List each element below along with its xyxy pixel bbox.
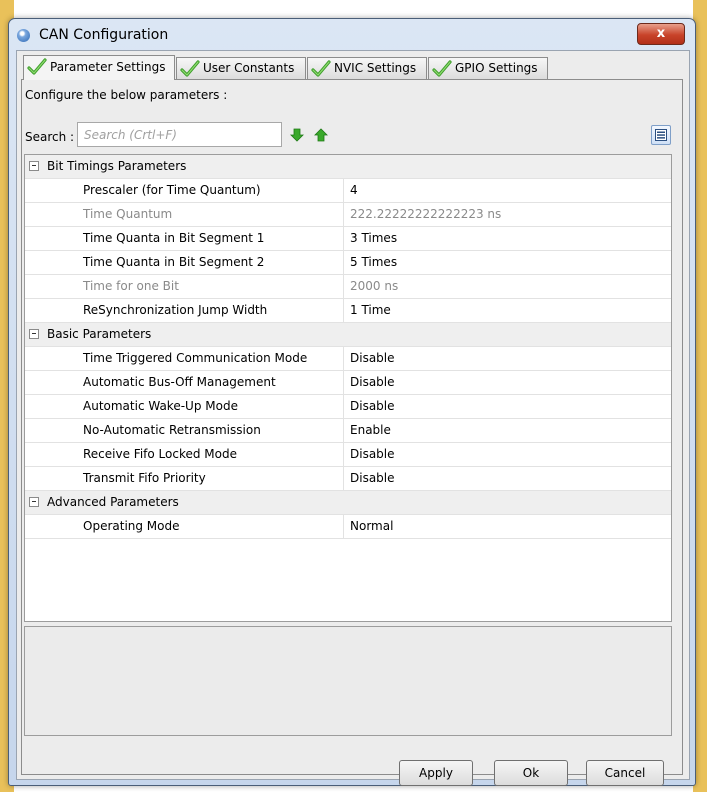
check-icon xyxy=(432,60,452,77)
parameter-name: Time Quanta in Bit Segment 2 xyxy=(83,255,265,269)
apply-button[interactable]: Apply xyxy=(399,760,473,786)
parameter-row[interactable]: Transmit Fifo Priority Disable xyxy=(25,467,671,491)
parameter-row[interactable]: Automatic Bus-Off Management Disable xyxy=(25,371,671,395)
parameter-value[interactable]: 1 Time xyxy=(343,299,671,322)
parameter-name: Transmit Fifo Priority xyxy=(83,471,206,485)
can-configuration-dialog: CAN Configuration x Parameter Settings U… xyxy=(8,18,696,786)
close-button[interactable]: x xyxy=(637,23,685,45)
cancel-button[interactable]: Cancel xyxy=(586,760,664,786)
collapse-icon[interactable] xyxy=(29,329,39,339)
parameter-name: Time for one Bit xyxy=(83,279,179,293)
parameter-name: Automatic Wake-Up Mode xyxy=(83,399,238,413)
parameter-name: ReSynchronization Jump Width xyxy=(83,303,268,317)
tab-nvic-settings[interactable]: NVIC Settings xyxy=(307,57,427,79)
ok-button[interactable]: Ok xyxy=(494,760,568,786)
parameter-row[interactable]: Time Quanta in Bit Segment 2 5 Times xyxy=(25,251,671,275)
parameter-name: Time Quanta in Bit Segment 1 xyxy=(83,231,265,245)
tab-gpio-settings[interactable]: GPIO Settings xyxy=(428,57,548,79)
group-label: Basic Parameters xyxy=(47,327,152,341)
parameter-name: Receive Fifo Locked Mode xyxy=(83,447,237,461)
tab-label: User Constants xyxy=(203,61,295,75)
parameter-name: Prescaler (for Time Quantum) xyxy=(83,183,261,197)
parameter-row[interactable]: Automatic Wake-Up Mode Disable xyxy=(25,395,671,419)
list-view-icon xyxy=(655,129,667,141)
parameter-row[interactable]: Receive Fifo Locked Mode Disable xyxy=(25,443,671,467)
title-bar[interactable]: CAN Configuration x xyxy=(9,19,695,51)
tab-label: GPIO Settings xyxy=(455,61,538,75)
parameter-table: Bit Timings Parameters Prescaler (for Ti… xyxy=(24,154,672,622)
parameter-row[interactable]: ReSynchronization Jump Width 1 Time xyxy=(25,299,671,323)
collapse-icon[interactable] xyxy=(29,497,39,507)
collapse-icon[interactable] xyxy=(29,161,39,171)
tab-label: Parameter Settings xyxy=(50,60,166,74)
group-label: Bit Timings Parameters xyxy=(47,159,187,173)
parameter-value[interactable]: Normal xyxy=(343,515,671,538)
list-view-toggle-button[interactable] xyxy=(651,125,671,145)
tab-parameter-settings[interactable]: Parameter Settings xyxy=(23,55,175,80)
dialog-content: Parameter Settings User Constants NVIC S… xyxy=(16,50,690,786)
group-label: Advanced Parameters xyxy=(47,495,179,509)
parameter-row[interactable]: Time Triggered Communication Mode Disabl… xyxy=(25,347,671,371)
description-panel xyxy=(24,626,672,736)
arrow-down-icon[interactable] xyxy=(290,128,304,142)
dialog-title: CAN Configuration xyxy=(39,27,169,43)
parameter-row: Time Quantum 222.22222222222223 ns xyxy=(25,203,671,227)
parameter-value[interactable]: 5 Times xyxy=(343,251,671,274)
check-icon xyxy=(27,58,47,75)
parameter-row: Time for one Bit 2000 ns xyxy=(25,275,671,299)
parameter-row[interactable]: Time Quanta in Bit Segment 1 3 Times xyxy=(25,227,671,251)
tab-user-constants[interactable]: User Constants xyxy=(176,57,306,79)
parameter-name: Operating Mode xyxy=(83,519,180,533)
parameter-value[interactable]: Disable xyxy=(343,467,671,490)
parameter-value[interactable]: 4 xyxy=(343,179,671,202)
group-header-bit-timings[interactable]: Bit Timings Parameters xyxy=(25,155,671,179)
parameter-row[interactable]: Prescaler (for Time Quantum) 4 xyxy=(25,179,671,203)
parameter-settings-panel: Configure the below parameters : Search … xyxy=(21,79,683,786)
arrow-up-icon[interactable] xyxy=(314,128,328,142)
parameter-row[interactable]: No-Automatic Retransmission Enable xyxy=(25,419,671,443)
tab-label: NVIC Settings xyxy=(334,61,417,75)
group-header-basic-parameters[interactable]: Basic Parameters xyxy=(25,323,671,347)
parameter-name: No-Automatic Retransmission xyxy=(83,423,261,437)
parameter-value: 222.22222222222223 ns xyxy=(343,203,671,226)
group-header-advanced-parameters[interactable]: Advanced Parameters xyxy=(25,491,671,515)
check-icon xyxy=(311,60,331,77)
parameter-row[interactable]: Operating Mode Normal xyxy=(25,515,671,539)
parameter-value[interactable]: Disable xyxy=(343,371,671,394)
search-label: Search : xyxy=(25,130,75,144)
parameter-value[interactable]: Enable xyxy=(343,419,671,442)
instruction-text: Configure the below parameters : xyxy=(25,88,228,102)
parameter-name: Time Quantum xyxy=(83,207,173,221)
search-input[interactable] xyxy=(77,122,282,147)
parameter-value[interactable]: Disable xyxy=(343,395,671,418)
parameter-value[interactable]: Disable xyxy=(343,443,671,466)
parameter-value: 2000 ns xyxy=(343,275,671,298)
parameter-value[interactable]: Disable xyxy=(343,347,671,370)
check-icon xyxy=(180,60,200,77)
parameter-name: Time Triggered Communication Mode xyxy=(83,351,308,365)
parameter-name: Automatic Bus-Off Management xyxy=(83,375,276,389)
parameter-value[interactable]: 3 Times xyxy=(343,227,671,250)
app-icon xyxy=(17,29,30,42)
